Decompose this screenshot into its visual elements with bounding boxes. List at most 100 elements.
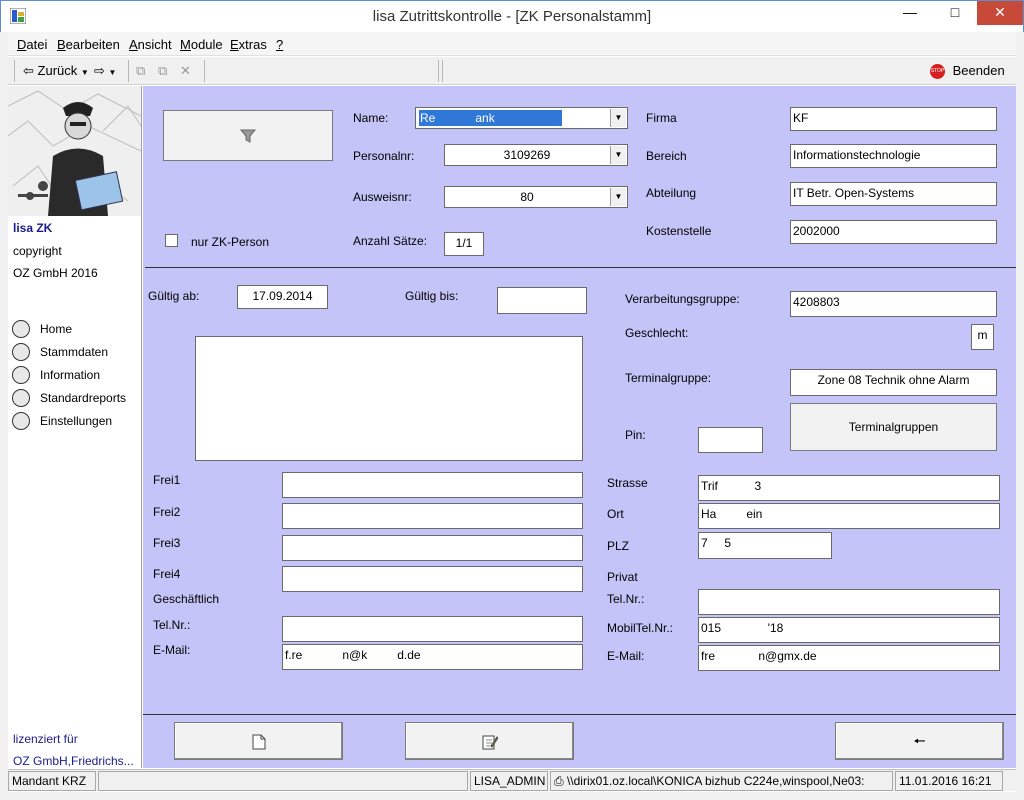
sidebar-item-information[interactable]: Information bbox=[12, 366, 142, 386]
status-empty bbox=[98, 771, 468, 791]
abteilung-label: Abteilung bbox=[646, 186, 697, 200]
new-record-button[interactable] bbox=[174, 722, 343, 760]
toolbar-separator bbox=[128, 60, 129, 82]
window-frame-bottom bbox=[0, 792, 1024, 800]
toolbar: ⇦ Zurück ▼ ⇨ ▼ ⧉ ⧉ ✕ STOP Beenden bbox=[8, 57, 1016, 85]
arrow-right-icon: ⇨ bbox=[94, 63, 105, 78]
pin-label: Pin: bbox=[625, 428, 646, 442]
personalstamm-form: nur ZK-Person Name: Re ank ▼ Personalnr:… bbox=[143, 86, 1016, 768]
plz-field[interactable]: 7 5 bbox=[698, 532, 832, 559]
sidebar-copyright: copyright bbox=[13, 244, 62, 258]
email-field[interactable]: f.re n@k d.de bbox=[282, 644, 583, 670]
frei2-field[interactable] bbox=[282, 503, 583, 529]
frei4-field[interactable] bbox=[282, 566, 583, 592]
close-button[interactable]: ✕ bbox=[977, 1, 1023, 25]
minimize-button[interactable]: — bbox=[887, 1, 933, 25]
sidebar-app-name: lisa ZK bbox=[13, 221, 53, 235]
ausweisnr-combobox[interactable]: 80 ▼ bbox=[444, 186, 628, 208]
window-frame-left bbox=[0, 32, 8, 800]
paste-icon[interactable]: ⧉ bbox=[158, 63, 167, 79]
personalnr-label: Personalnr: bbox=[353, 149, 415, 163]
edit-record-button[interactable] bbox=[405, 722, 574, 760]
ausweisnr-value: 80 bbox=[520, 190, 534, 204]
sidebar-licensed-label: lizenziert für bbox=[13, 732, 78, 746]
sidebar-company: OZ GmbH 2016 bbox=[13, 266, 98, 280]
notes-textarea[interactable] bbox=[195, 336, 583, 461]
mobil-label: MobilTel.Nr.: bbox=[607, 621, 674, 635]
firma-label: Firma bbox=[646, 111, 677, 125]
geschlecht-field[interactable]: m bbox=[971, 324, 994, 350]
sidebar-item-stammdaten[interactable]: Stammdaten bbox=[12, 343, 142, 363]
strasse-field[interactable]: Trif 3 bbox=[698, 475, 1000, 501]
frei2-label: Frei2 bbox=[153, 505, 181, 519]
tel-label: Tel.Nr.: bbox=[153, 618, 191, 632]
window-title: lisa Zutrittskontrolle - [ZK Personalsta… bbox=[372, 8, 652, 25]
priv-email-field[interactable]: fre n@gmx.de bbox=[698, 645, 1000, 671]
gueltig-ab-field[interactable]: 17.09.2014 bbox=[237, 285, 328, 309]
status-bar: Mandant KRZ LISA_ADMIN ⎙ \\dirix01.oz.lo… bbox=[8, 769, 1016, 791]
gueltig-bis-field[interactable] bbox=[497, 287, 587, 314]
menu-module[interactable]: Module bbox=[180, 37, 223, 52]
frei1-field[interactable] bbox=[282, 472, 583, 498]
title-bar: lisa Zutrittskontrolle - [ZK Personalsta… bbox=[0, 0, 1024, 32]
personalnr-value: 3109269 bbox=[503, 148, 551, 162]
abteilung-field[interactable]: IT Betr. Open-Systems bbox=[790, 182, 997, 206]
sidebar-item-home[interactable]: Home bbox=[12, 320, 142, 340]
sidebar: lisa ZK copyright OZ GmbH 2016 Home Stam… bbox=[7, 86, 142, 768]
menu-extras[interactable]: Extras bbox=[230, 37, 267, 52]
forward-button[interactable]: ⇨ ▼ bbox=[94, 63, 116, 79]
arrow-left-icon: 🠔 bbox=[913, 733, 926, 749]
dropdown-arrow-icon[interactable]: ▼ bbox=[610, 188, 626, 206]
ort-field[interactable]: Ha ein bbox=[698, 503, 1000, 529]
menu-bearbeiten[interactable]: Bearbeiten bbox=[57, 37, 120, 52]
frei3-field[interactable] bbox=[282, 535, 583, 561]
zk-person-checkbox[interactable] bbox=[165, 234, 178, 247]
window-frame-right bbox=[1016, 32, 1024, 800]
personalnr-combobox[interactable]: 3109269 ▼ bbox=[444, 144, 628, 166]
frei3-label: Frei3 bbox=[153, 536, 181, 550]
menu-ansicht[interactable]: Ansicht bbox=[129, 37, 172, 52]
menu-help[interactable]: ? bbox=[276, 37, 283, 52]
terminalgruppen-button[interactable]: Terminalgruppen bbox=[790, 403, 997, 451]
verarbeitungsgruppe-label: Verarbeitungsgruppe: bbox=[625, 292, 740, 306]
maximize-button[interactable]: □ bbox=[933, 1, 977, 25]
menu-datei[interactable]: Datei bbox=[17, 37, 47, 52]
strasse-label: Strasse bbox=[607, 476, 648, 490]
mobil-field[interactable]: 015 '18 bbox=[698, 617, 1000, 643]
dropdown-arrow-icon[interactable]: ▼ bbox=[610, 146, 626, 164]
name-value: Re ank bbox=[420, 111, 495, 125]
gueltig-bis-label: Gültig bis: bbox=[405, 289, 459, 303]
settings-icon bbox=[12, 412, 30, 430]
dropdown-arrow-icon[interactable]: ▼ bbox=[610, 109, 626, 127]
delete-icon[interactable]: ✕ bbox=[180, 63, 191, 79]
bereich-field[interactable]: Informationstechnologie bbox=[790, 144, 997, 168]
terminalgruppe-label: Terminalgruppe: bbox=[625, 371, 712, 385]
back-record-button[interactable]: 🠔 bbox=[835, 722, 1004, 760]
tel-field[interactable] bbox=[282, 616, 583, 642]
toolbar-separator bbox=[438, 60, 439, 82]
kostenstelle-field[interactable]: 2002000 bbox=[790, 220, 997, 244]
sidebar-item-standardreports[interactable]: Standardreports bbox=[12, 389, 142, 409]
plz-label: PLZ bbox=[607, 539, 630, 553]
gueltig-ab-label: Gültig ab: bbox=[148, 289, 200, 303]
exit-button[interactable]: STOP Beenden bbox=[930, 63, 1005, 80]
status-printer: ⎙ \\dirix01.oz.local\KONICA bizhub C224e… bbox=[550, 771, 893, 791]
arrow-left-icon: ⇦ bbox=[23, 63, 34, 78]
sidebar-item-einstellungen[interactable]: Einstellungen bbox=[12, 412, 142, 432]
toolbar-grip bbox=[14, 60, 15, 82]
verarbeitungsgruppe-field[interactable]: 4208803 bbox=[790, 291, 997, 317]
pin-field[interactable] bbox=[698, 427, 763, 453]
back-button[interactable]: ⇦ Zurück ▼ bbox=[23, 63, 89, 79]
frei1-label: Frei1 bbox=[153, 473, 181, 487]
ausweisnr-label: Ausweisnr: bbox=[353, 190, 412, 204]
firma-field[interactable]: KF bbox=[790, 107, 997, 131]
filter-button[interactable] bbox=[163, 110, 333, 161]
geschaeftlich-label: Geschäftlich bbox=[153, 592, 220, 606]
app-logo-image bbox=[7, 86, 142, 216]
stop-icon: STOP bbox=[930, 64, 945, 80]
copy-icon[interactable]: ⧉ bbox=[136, 63, 145, 79]
terminalgruppe-field[interactable]: Zone 08 Technik ohne Alarm bbox=[790, 369, 997, 396]
name-combobox[interactable]: Re ank ▼ bbox=[415, 107, 628, 129]
priv-tel-field[interactable] bbox=[698, 589, 1000, 615]
reports-icon bbox=[12, 389, 30, 407]
